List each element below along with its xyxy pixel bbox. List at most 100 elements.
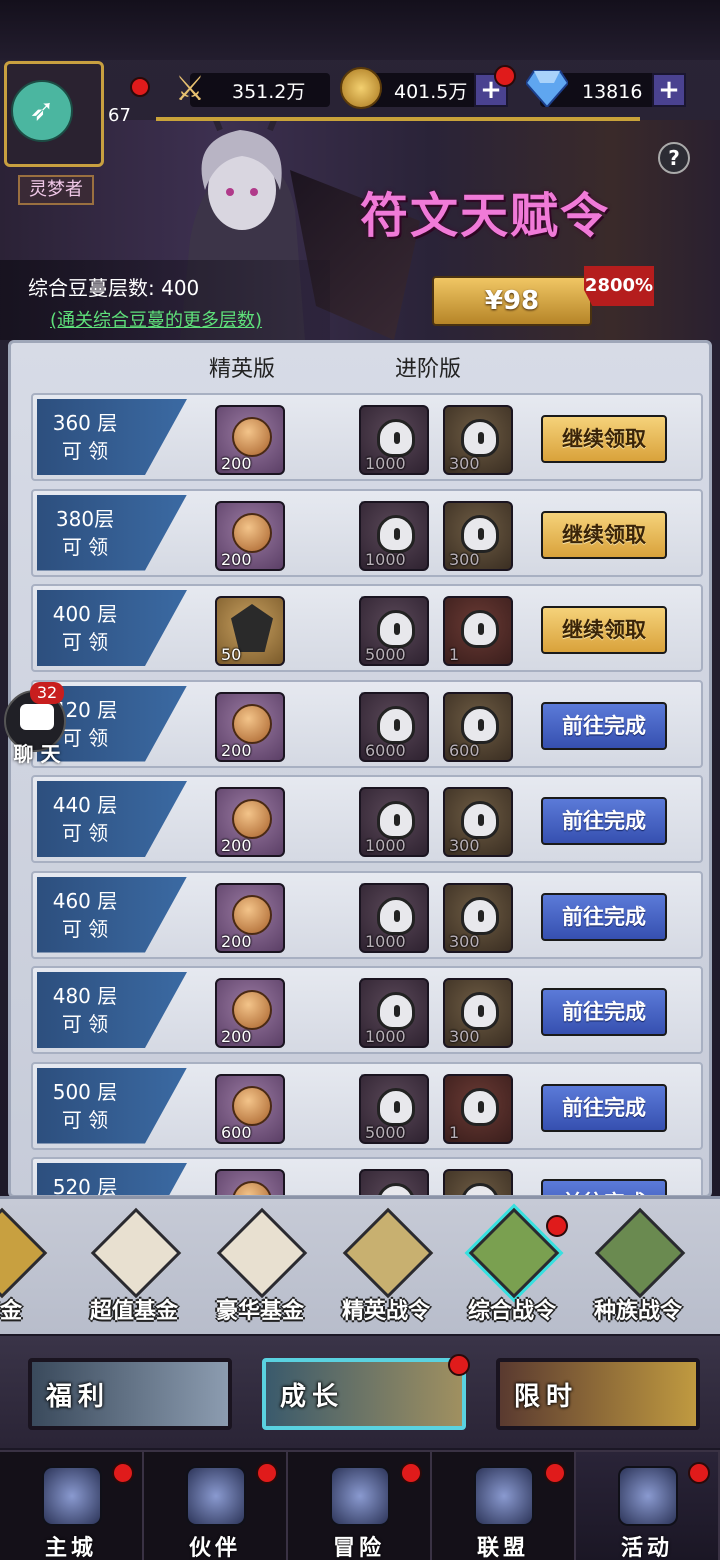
tier-claimable: 可 领 — [61, 821, 109, 845]
lock-icon — [377, 419, 415, 457]
row-action-button[interactable]: 前往完成 — [541, 892, 667, 941]
row-action-button[interactable]: 继续领取 — [541, 415, 667, 463]
castle-icon — [42, 1466, 102, 1526]
lock-icon — [461, 610, 499, 648]
nav-alert-dot — [544, 1462, 566, 1484]
advanced-reward-item-2[interactable]: 1 — [443, 596, 513, 666]
welfare-button[interactable]: 福利 — [28, 1358, 232, 1430]
rune-orb-icon — [232, 417, 272, 457]
nav-item-0[interactable]: 主城 — [0, 1452, 144, 1560]
tier-floor: 460 层 — [52, 888, 118, 913]
row-action-button[interactable]: 前往完成 — [541, 1083, 667, 1132]
category-tab[interactable]: 种族战令 — [578, 1207, 698, 1324]
tier-claimable: 可 领 — [61, 534, 109, 559]
elite-reward-item[interactable] — [215, 1169, 285, 1195]
elite-reward-item[interactable]: 200 — [215, 405, 285, 475]
nav-item-1[interactable]: 伙伴 — [144, 1452, 288, 1560]
elite-reward-item[interactable]: 200 — [215, 691, 285, 762]
reward-row: 500 层可 领 600 5000 1 前往完成 — [31, 1061, 703, 1150]
advanced-reward-item-1[interactable]: 1000 — [359, 978, 429, 1048]
advanced-reward-item-1[interactable]: 6000 — [359, 691, 429, 762]
category-tab[interactable]: 超值基金 — [74, 1207, 194, 1324]
row-action-button[interactable]: 前往完成 — [541, 701, 667, 750]
nav-item-4[interactable]: 活动 — [576, 1452, 720, 1560]
advanced-reward-item-2[interactable]: 300 — [443, 500, 513, 571]
row-action-button[interactable]: 前往完成 — [541, 797, 667, 845]
add-diamond-button[interactable]: + — [652, 73, 686, 107]
price-button[interactable]: ¥98 — [432, 276, 592, 326]
advanced-reward-item-2[interactable]: 1 — [443, 1073, 513, 1144]
category-tab-icon — [0, 1207, 48, 1299]
item-quantity: 200 — [221, 836, 252, 855]
row-action-button[interactable]: 继续领取 — [541, 510, 667, 559]
player-avatar[interactable]: ➶ — [4, 61, 104, 167]
advanced-reward-item-1[interactable]: 1000 — [359, 500, 429, 571]
event-icon — [618, 1466, 678, 1526]
growth-alert-dot — [448, 1354, 470, 1376]
rune-orb-icon — [232, 703, 272, 744]
advanced-reward-item-2[interactable]: 300 — [443, 405, 513, 475]
elite-reward-item[interactable]: 50 — [215, 596, 285, 666]
category-tab[interactable]: 精英战令 — [326, 1207, 446, 1324]
advanced-reward-item-1[interactable]: 5000 — [359, 1073, 429, 1144]
gold-coin-icon — [340, 67, 382, 109]
item-quantity: 200 — [221, 549, 252, 569]
advanced-reward-item-1[interactable]: 1000 — [359, 787, 429, 857]
growth-button[interactable]: 成长 — [262, 1358, 466, 1430]
resource-bar: ➶ 67 灵梦者 ⚔ 351.2万 401.5万 + 13816 + — [0, 55, 720, 205]
elite-reward-item[interactable]: 200 — [215, 500, 285, 571]
reward-row: 440 层可 领 200 1000 300 前往完成 — [31, 775, 703, 863]
tier-claimable: 可 领 — [61, 1012, 109, 1036]
item-quantity: 300 — [449, 454, 480, 473]
elite-reward-item[interactable]: 200 — [215, 787, 285, 857]
tier-label: 440 层可 领 — [37, 781, 187, 857]
nav-item-2[interactable]: 冒险 — [288, 1452, 432, 1560]
row-action-button[interactable]: 前往完成 — [541, 988, 667, 1036]
alert-dot — [130, 77, 150, 97]
advanced-reward-item-1[interactable]: 1000 — [359, 882, 429, 953]
advanced-reward-item-2[interactable]: 300 — [443, 882, 513, 953]
lock-icon — [377, 896, 415, 935]
rocket-icon: ➶ — [11, 80, 73, 142]
category-tab-label: 基金 — [0, 1299, 22, 1324]
elite-reward-item[interactable]: 200 — [215, 882, 285, 953]
category-tab[interactable]: 基金 — [0, 1207, 60, 1324]
row-action-button[interactable]: 继续领取 — [541, 606, 667, 654]
category-tabs: 基金 超值基金 豪华基金 精英战令 综合战令 种族战令 — [0, 1196, 720, 1334]
advanced-reward-item-1[interactable]: 5000 — [359, 596, 429, 666]
tier-floor: 500 层 — [52, 1079, 118, 1104]
help-icon[interactable]: ? — [658, 142, 690, 174]
limited-button[interactable]: 限时 — [496, 1358, 700, 1430]
category-tab-icon — [216, 1207, 308, 1299]
reward-row: 400 层可 领 50 5000 1 继续领取 — [31, 584, 703, 672]
rune-orb-icon — [232, 990, 272, 1030]
advanced-reward-item-2[interactable]: 300 — [443, 787, 513, 857]
header-elite: 精英版 — [209, 357, 276, 382]
tier-label: 500 层可 领 — [37, 1067, 187, 1144]
rune-orb-icon — [232, 894, 272, 935]
lock-icon — [377, 610, 415, 648]
bottom-nav: 主城 伙伴 冒险 联盟 活动 — [0, 1450, 720, 1560]
lock-icon — [377, 705, 415, 744]
nav-item-3[interactable]: 联盟 — [432, 1452, 576, 1560]
item-quantity: 1 — [449, 1122, 460, 1142]
advanced-reward-item-2[interactable]: 300 — [443, 978, 513, 1048]
adventure-icon — [330, 1466, 390, 1526]
category-tab[interactable]: 豪华基金 — [200, 1207, 320, 1324]
elite-reward-item[interactable]: 200 — [215, 978, 285, 1048]
reward-list[interactable]: 360 层可 领 200 1000 300 继续领取 380层可 领 200 1000 300 继… — [11, 393, 709, 1195]
advanced-reward-item-1[interactable]: 1000 — [359, 405, 429, 475]
panel-header: 精英版 进阶版 — [11, 343, 709, 389]
tier-claimable: 可 领 — [61, 630, 109, 654]
elite-reward-item[interactable]: 600 — [215, 1073, 285, 1144]
nav-alert-dot — [112, 1462, 134, 1484]
advanced-reward-item-2[interactable] — [443, 1169, 513, 1195]
header-advanced: 进阶版 — [395, 357, 462, 382]
advanced-reward-item-2[interactable]: 600 — [443, 691, 513, 762]
item-quantity: 1000 — [365, 549, 406, 569]
lock-icon — [461, 1087, 499, 1126]
reward-row: 420 层可 领 200 6000 600 前往完成 — [31, 679, 703, 768]
progress-hint[interactable]: (通关综合豆蔓的更多层数) — [50, 306, 262, 332]
tier-floor: 400 层 — [52, 602, 118, 626]
advanced-reward-item-1[interactable] — [359, 1169, 429, 1195]
